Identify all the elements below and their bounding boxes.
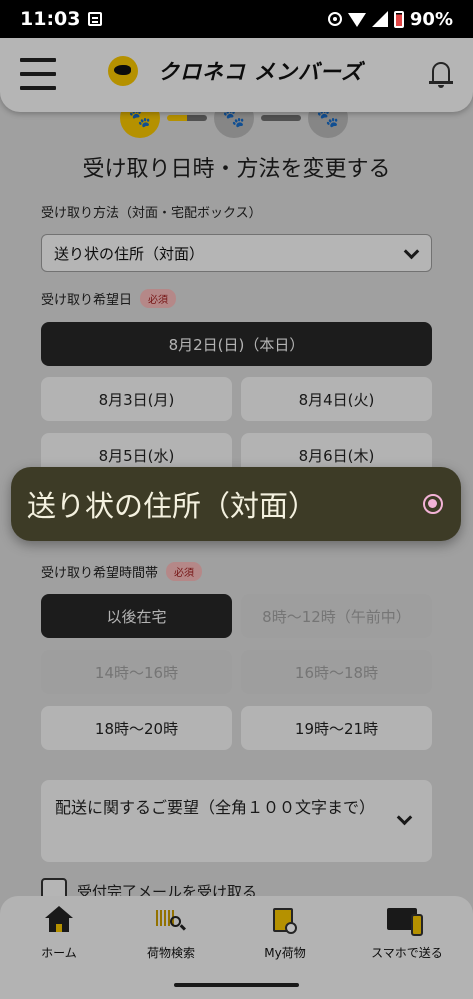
signal-icon [371,11,388,27]
time-option-1: 8時～12時（午前中） [241,594,432,638]
status-icons: 90% [327,8,453,30]
method-label-text: 受け取り方法（対面・宅配ボックス） [41,206,262,221]
required-badge: 必須 [166,562,203,581]
delivery-request-field[interactable]: 配送に関するご要望（全角１００文字まで） [41,780,432,862]
step-connector [167,115,207,121]
selection-popup[interactable]: 送り状の住所（対面） [11,467,461,541]
logo-text: クロネコ メンバーズ [158,60,363,84]
nav-item-parcel-search[interactable]: 荷物検索 [112,906,230,961]
time-label-text: 受け取り希望時間帯 [41,566,159,581]
my-parcel-icon [272,906,298,940]
nav-label: 荷物検索 [146,946,195,960]
nav-label: ホーム [41,946,77,960]
battery-percent: 90% [409,8,453,30]
radio-selected-icon[interactable] [423,494,443,514]
step-connector [261,115,301,121]
time-option-3: 16時～18時 [241,650,432,694]
delivery-request-text: 配送に関するご要望（全角１００文字まで） [55,798,376,817]
home-icon [45,906,73,940]
selection-popup-text: 送り状の住所（対面） [27,489,318,523]
method-select[interactable]: 送り状の住所（対面） [41,234,432,272]
home-indicator[interactable] [174,983,299,987]
time-option-4[interactable]: 18時～20時 [41,706,232,750]
method-select-value: 送り状の住所（対面） [54,244,205,263]
method-label: 受け取り方法（対面・宅配ボックス） [41,202,262,221]
chevron-down-icon [396,809,413,826]
black-cat-logo-icon [108,56,138,86]
hamburger-menu-icon[interactable] [20,56,56,92]
app-screen: クロネコ メンバーズ 🐾 🐾 🐾 受け取り日時・方法を変更する 受け取り方法（対… [0,38,473,999]
time-option-0[interactable]: 以後在宅 [41,594,232,638]
date-option-1[interactable]: 8月3日(月) [41,377,232,421]
wifi-icon [347,13,366,27]
notification-bell-icon[interactable] [429,60,453,88]
parcel-search-icon [156,906,187,940]
time-label: 受け取り希望時間帯 必須 [41,562,203,581]
page-title: 受け取り日時・方法を変更する [82,157,391,182]
nav-label: スマホで送る [371,946,443,960]
chevron-down-icon [403,243,420,260]
nav-item-smartphone-send[interactable]: スマホで送る [348,906,466,961]
smartphone-send-icon [387,906,427,940]
time-option-5[interactable]: 19時～21時 [241,706,432,750]
notification-icon [88,12,103,26]
status-time: 11:03 [20,8,81,30]
date-option-0[interactable]: 8月2日(日)（本日） [41,322,432,366]
logo: クロネコ メンバーズ [108,56,363,86]
nav-item-my-parcel[interactable]: My荷物 [226,906,344,961]
time-option-2: 14時～16時 [41,650,232,694]
date-label: 受け取り希望日 必須 [41,289,177,308]
nav-label: My荷物 [264,946,306,960]
date-option-2[interactable]: 8月4日(火) [241,377,432,421]
battery-icon [393,10,404,28]
nav-item-home[interactable]: ホーム [0,906,118,961]
required-badge: 必須 [140,289,177,308]
status-bar: 11:03 90% [0,0,473,38]
app-header: クロネコ メンバーズ [0,38,473,112]
date-label-text: 受け取り希望日 [41,293,133,308]
location-icon [327,12,342,26]
